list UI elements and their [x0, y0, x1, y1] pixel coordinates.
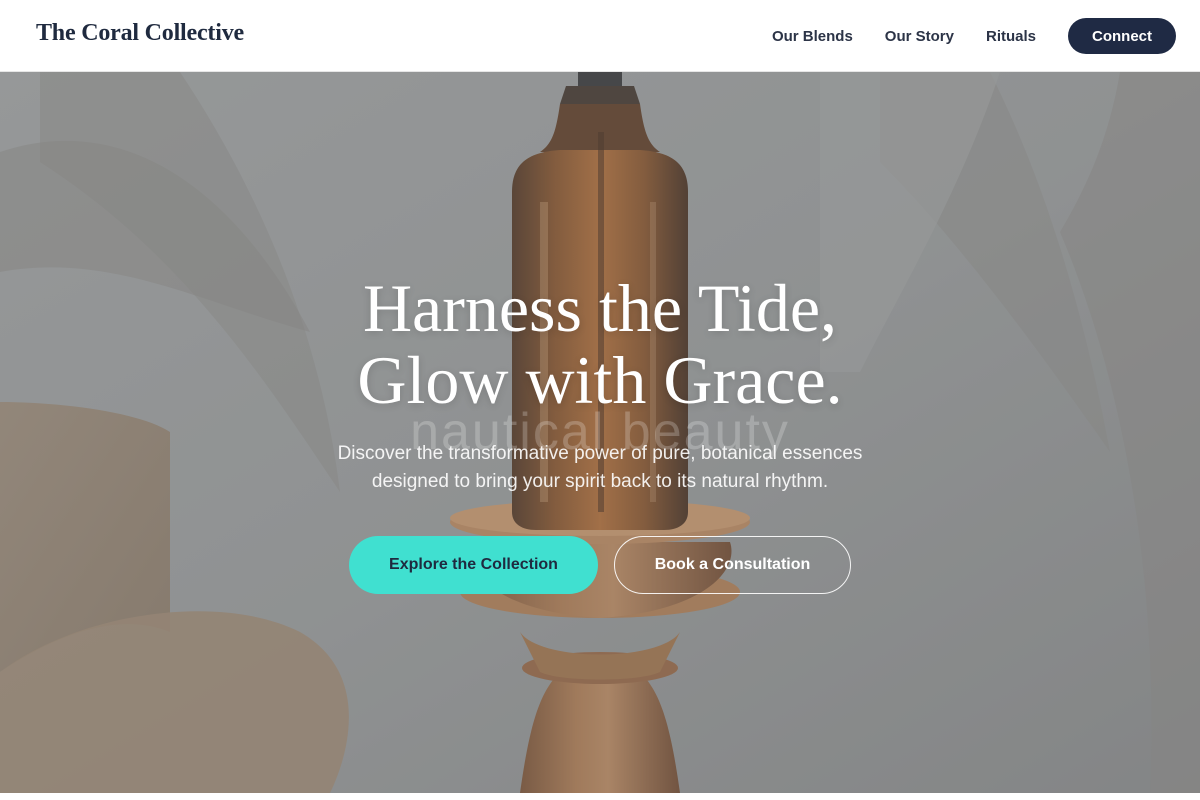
explore-collection-button[interactable]: Explore the Collection: [349, 536, 598, 594]
nav-link-rituals[interactable]: Rituals: [986, 28, 1036, 45]
main-nav: Our Blends Our Story Rituals Connect: [772, 18, 1176, 54]
hero-section: nautical beauty Harness the Tide, Glow w…: [0, 72, 1200, 793]
nav-link-our-blends[interactable]: Our Blends: [772, 28, 853, 45]
hero-headline-line-2: Glow with Grace.: [357, 342, 843, 418]
hero-content: nautical beauty Harness the Tide, Glow w…: [0, 72, 1200, 793]
hero-subtext: Discover the transformative power of pur…: [0, 440, 1200, 496]
connect-button[interactable]: Connect: [1068, 18, 1176, 54]
hero-subtext-line-2: designed to bring your spirit back to it…: [371, 471, 829, 492]
hero-headline-line-1: Harness the Tide,: [362, 270, 838, 346]
book-consultation-button[interactable]: Book a Consultation: [614, 536, 851, 594]
brand-logo[interactable]: The Coral Collective: [36, 20, 244, 47]
nav-link-our-story[interactable]: Our Story: [885, 28, 954, 45]
hero-subtext-line-1: Discover the transformative power of pur…: [337, 443, 863, 464]
hero-cta-row: Explore the Collection Book a Consultati…: [0, 536, 1200, 594]
hero-headline: Harness the Tide, Glow with Grace.: [0, 272, 1200, 416]
page-bottom-edge: [0, 793, 1200, 800]
site-header: The Coral Collective Our Blends Our Stor…: [0, 0, 1200, 72]
landing-page: The Coral Collective Our Blends Our Stor…: [0, 0, 1200, 800]
